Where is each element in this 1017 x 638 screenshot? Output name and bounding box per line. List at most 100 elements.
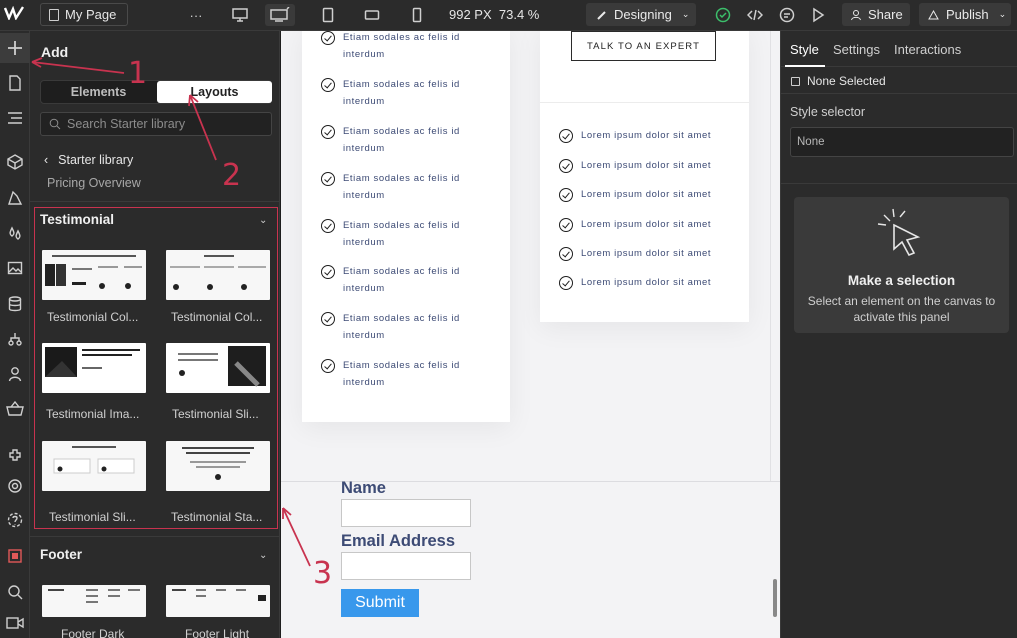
testimonial-thumbnail[interactable] (166, 250, 270, 300)
list-item-text: Lorem ipsum dolor sit amet (581, 248, 712, 259)
mobile-portrait-icon[interactable] (409, 4, 425, 26)
mobile-landscape-icon[interactable] (362, 4, 382, 26)
divider (30, 201, 279, 202)
assets-image-icon[interactable] (0, 253, 30, 283)
mode-dropdown[interactable]: Designing ⌄ (586, 3, 696, 26)
tab-settings[interactable]: Settings (833, 42, 880, 57)
components-icon[interactable] (0, 147, 30, 177)
help-icon[interactable] (0, 505, 30, 535)
users-icon[interactable] (0, 359, 30, 389)
card-divider (540, 102, 749, 103)
chevron-down-icon[interactable]: ⌄ (259, 215, 267, 226)
rocket-icon (928, 9, 939, 19)
list-item[interactable]: Etiam sodales ac felis id interdum (321, 172, 463, 204)
list-item[interactable]: Etiam sodales ac felis id interdum (321, 265, 463, 297)
search-icon[interactable] (0, 577, 30, 607)
list-item-text: Lorem ipsum dolor sit amet (581, 189, 712, 200)
testimonial-thumbnail[interactable] (42, 441, 146, 491)
section-testimonial[interactable]: Testimonial (40, 212, 114, 227)
submit-button[interactable]: Submit (341, 589, 419, 617)
more-menu-icon[interactable]: ··· (186, 4, 206, 26)
mode-label: Designing (614, 7, 672, 22)
style-selector-field[interactable]: None (790, 127, 1014, 157)
panel-title: Add (41, 44, 69, 60)
canvas-scrollbar[interactable] (773, 579, 777, 617)
ecommerce-basket-icon[interactable] (0, 394, 30, 424)
list-item[interactable]: Etiam sodales ac felis id interdum (321, 312, 463, 344)
preview-play-icon[interactable] (808, 4, 828, 26)
list-item[interactable]: Etiam sodales ac felis id interdum (321, 359, 463, 391)
none-selected-text: None Selected (807, 74, 886, 88)
pages-icon[interactable] (0, 68, 30, 98)
search-starter-library-input[interactable]: Search Starter library (40, 112, 272, 136)
desktop-breakpoint-icon[interactable] (229, 4, 251, 26)
tab-interactions[interactable]: Interactions (894, 42, 961, 57)
make-selection-description: Select an element on the canvas to activ… (807, 294, 996, 324)
pricing-overview-item[interactable]: Pricing Overview (47, 176, 141, 190)
make-selection-title: Make a selection (847, 273, 956, 288)
page-selector[interactable]: My Page (40, 3, 128, 26)
list-item[interactable]: Lorem ipsum dolor sit amet (559, 247, 711, 261)
divider (781, 93, 1017, 94)
check-circle-icon (321, 312, 335, 326)
list-item[interactable]: Lorem ipsum dolor sit amet (559, 276, 711, 290)
list-item[interactable]: Lorem ipsum dolor sit amet (559, 188, 711, 202)
publish-button[interactable]: Publish ⌄ (919, 3, 1011, 26)
design-canvas[interactable]: TALK TO AN EXPERT Etiam sodales ac felis… (281, 31, 780, 638)
list-item[interactable]: Lorem ipsum dolor sit amet (559, 129, 711, 143)
section-footer[interactable]: Footer (40, 547, 82, 562)
check-circle-icon (559, 218, 573, 232)
record-icon[interactable] (0, 541, 30, 571)
add-icon[interactable] (0, 33, 30, 63)
list-item[interactable]: Etiam sodales ac felis id interdum (321, 78, 463, 110)
list-item[interactable]: Etiam sodales ac felis id interdum (321, 219, 463, 251)
logic-flow-icon[interactable] (0, 324, 30, 354)
code-icon[interactable] (745, 4, 765, 26)
settings-gear-icon[interactable] (0, 471, 30, 501)
brush-icon (597, 10, 606, 20)
video-tutorial-icon[interactable] (0, 608, 30, 638)
widescreen-breakpoint-icon[interactable] (265, 4, 295, 26)
list-item-text: Lorem ipsum dolor sit amet (581, 160, 712, 171)
navigator-icon[interactable] (0, 103, 30, 133)
list-item[interactable]: Etiam sodales ac felis id interdum (321, 31, 463, 63)
style-selector-label: Style selector (790, 105, 866, 119)
variables-drops-icon[interactable] (0, 218, 30, 248)
list-item[interactable]: Lorem ipsum dolor sit amet (559, 218, 711, 232)
check-circle-icon (559, 276, 573, 290)
list-item-text: Etiam sodales ac felis id interdum (343, 220, 460, 248)
list-item[interactable]: Etiam sodales ac felis id interdum (321, 125, 463, 157)
name-input[interactable] (341, 499, 471, 527)
tab-layouts[interactable]: Layouts (157, 81, 272, 103)
testimonial-label: Testimonial Sta... (171, 510, 263, 524)
cursor-click-icon (877, 208, 921, 257)
left-icon-rail (0, 31, 30, 638)
comment-icon[interactable] (777, 4, 797, 26)
testimonial-thumbnail[interactable] (42, 250, 146, 300)
cms-database-icon[interactable] (0, 289, 30, 319)
tab-style[interactable]: Style (790, 42, 819, 57)
testimonial-thumbnail[interactable] (42, 343, 146, 393)
share-button[interactable]: Share (842, 3, 910, 26)
testimonial-label: Testimonial Col... (171, 310, 263, 324)
check-status-icon[interactable] (713, 4, 733, 26)
email-input[interactable] (341, 552, 471, 580)
chevron-down-icon[interactable]: ⌄ (259, 550, 267, 561)
webflow-logo[interactable] (3, 5, 25, 24)
testimonial-thumbnail[interactable] (166, 441, 270, 491)
talk-to-expert-button[interactable]: TALK TO AN EXPERT (571, 31, 716, 61)
tablet-breakpoint-icon[interactable] (318, 4, 338, 26)
footer-thumbnail[interactable] (42, 585, 146, 617)
footer-label: Footer Light (185, 627, 250, 638)
chevron-down-icon: ⌄ (681, 9, 690, 19)
style-guide-icon[interactable] (0, 183, 30, 213)
breadcrumb[interactable]: ‹ Starter library (44, 153, 133, 167)
footer-thumbnail[interactable] (166, 585, 270, 617)
list-item-text: Etiam sodales ac felis id interdum (343, 360, 460, 388)
list-item-text: Lorem ipsum dolor sit amet (581, 130, 712, 141)
list-item-text: Lorem ipsum dolor sit amet (581, 277, 712, 288)
list-item[interactable]: Lorem ipsum dolor sit amet (559, 159, 711, 173)
testimonial-thumbnail[interactable] (166, 343, 270, 393)
check-circle-icon (321, 172, 335, 186)
apps-icon[interactable] (0, 440, 30, 470)
